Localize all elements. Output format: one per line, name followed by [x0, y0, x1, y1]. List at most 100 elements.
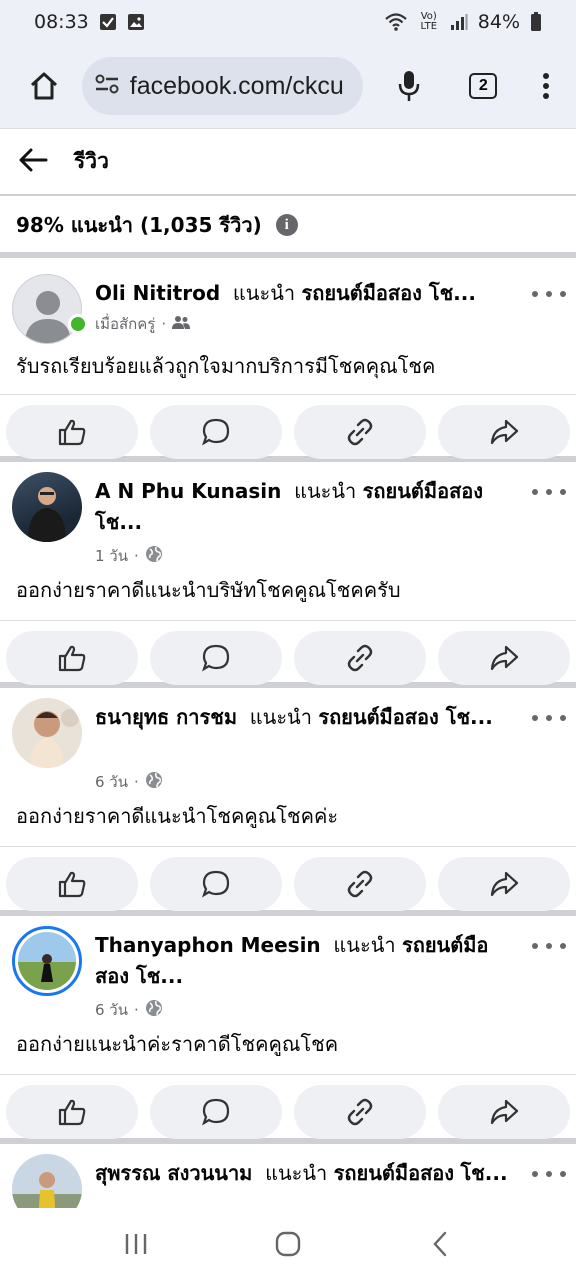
tab-switcher-button[interactable]: 2 [460, 63, 506, 109]
copy-link-button[interactable] [294, 1085, 426, 1139]
review-meta: 6 วัน · [95, 998, 163, 1022]
home-button[interactable] [18, 60, 70, 112]
share-button[interactable] [438, 857, 570, 911]
review-text: ออกง่ายแนะนำค่ะราคาดีโชคคูณโชค [16, 1032, 339, 1056]
review-text: รับรถเรียบร้อยแล้วถูกใจมากบริการมีโชคคุณ… [16, 354, 436, 378]
review-time[interactable]: 6 วัน [95, 998, 128, 1022]
recommends-label: แนะนำ [249, 705, 312, 729]
browser-toolbar: facebook.com/ckcu 2 [0, 44, 576, 128]
link-icon [347, 1098, 373, 1126]
checkbox-notification-icon [99, 13, 117, 31]
avatar[interactable] [12, 274, 82, 344]
recommends-label: แนะนำ [333, 933, 396, 957]
battery-percent: 84% [477, 11, 520, 33]
review-text: ออกง่ายราคาดีแนะนำบริษัทโชคคูณโชคครับ [16, 578, 401, 602]
review-time[interactable]: 6 วัน [95, 770, 128, 794]
page-name-cut[interactable]: โช... [460, 1161, 507, 1185]
globe-icon [145, 545, 163, 567]
avatar[interactable] [12, 472, 82, 542]
avatar[interactable] [12, 926, 82, 996]
share-button[interactable] [438, 631, 570, 685]
address-bar[interactable]: facebook.com/ckcu [81, 57, 363, 115]
reviewer-line: A N Phu Kunasin แนะนำ รถยนต์มือสอง โช... [95, 476, 516, 538]
back-arrow-icon [19, 148, 48, 171]
review-meta: เมื่อสักครู่ · [95, 312, 191, 336]
link-icon [347, 644, 373, 672]
share-icon [490, 1099, 519, 1125]
online-indicator [68, 314, 88, 334]
share-icon [490, 871, 519, 897]
review-card: Oli Nititrod แนะนำ รถยนต์มือสอง โช... เม… [0, 264, 576, 462]
share-icon [490, 419, 519, 445]
more-options-button[interactable] [532, 708, 566, 728]
page-name[interactable]: รถยนต์มือสอง [334, 1161, 454, 1185]
system-navigation-bar [0, 1208, 576, 1280]
review-card: A N Phu Kunasin แนะนำ รถยนต์มือสอง โช...… [0, 462, 576, 688]
url-text: facebook.com/ckcu [129, 71, 344, 100]
review-card: สุพรรณ สงวนนาม แนะนำ รถยนต์มือสอง โช... [0, 1144, 576, 1208]
tab-count: 2 [469, 73, 498, 99]
more-vertical-icon [543, 73, 550, 99]
globe-icon [145, 999, 163, 1021]
info-icon[interactable]: i [275, 214, 298, 236]
battery-icon [530, 12, 542, 32]
avatar[interactable] [12, 698, 82, 768]
back-button[interactable] [18, 148, 48, 176]
more-options-button[interactable] [532, 1164, 566, 1184]
status-bar: 08:33 Vo) LTE 84% [0, 0, 576, 44]
reviewer-name[interactable]: Oli Nititrod [95, 281, 220, 305]
review-time[interactable]: เมื่อสักครู่ [95, 312, 155, 336]
copy-link-button[interactable] [294, 631, 426, 685]
summary-text: 98% แนะนำ (1,035 รีวิว) [16, 213, 262, 237]
system-home-button[interactable] [258, 1219, 318, 1269]
copy-link-button[interactable] [294, 405, 426, 459]
comment-icon [202, 418, 230, 446]
back-chevron-icon [433, 1231, 447, 1257]
copy-link-button[interactable] [294, 857, 426, 911]
thumbs-up-icon [58, 1099, 86, 1126]
thumbs-up-icon [58, 419, 86, 446]
like-button[interactable] [6, 1085, 138, 1139]
like-button[interactable] [6, 857, 138, 911]
link-icon [347, 870, 373, 898]
browser-menu-button[interactable] [526, 63, 566, 109]
friends-icon [172, 315, 191, 333]
page-name[interactable]: รถยนต์มือสอง โช... [301, 281, 475, 305]
comment-button[interactable] [150, 631, 282, 685]
reviewer-name[interactable]: Thanyaphon Meesin [95, 933, 321, 957]
status-time: 08:33 [34, 11, 89, 33]
like-button[interactable] [6, 405, 138, 459]
more-options-button[interactable] [532, 284, 566, 304]
reviewer-line: ธนายุทธ การชม แนะนำ รถยนต์มือสอง โช... [95, 702, 516, 733]
thumbs-up-icon [58, 645, 86, 672]
globe-icon [145, 771, 163, 793]
share-button[interactable] [438, 405, 570, 459]
comment-button[interactable] [150, 1085, 282, 1139]
recent-apps-button[interactable] [106, 1219, 166, 1269]
comment-button[interactable] [150, 405, 282, 459]
reviewer-name[interactable]: A N Phu Kunasin [95, 479, 281, 503]
more-options-button[interactable] [532, 936, 566, 956]
action-bar [0, 394, 576, 469]
wifi-icon [384, 12, 408, 32]
recents-icon [125, 1234, 147, 1254]
more-options-button[interactable] [532, 482, 566, 502]
share-button[interactable] [438, 1085, 570, 1139]
page-name[interactable]: รถยนต์มือสอง โช... [318, 705, 492, 729]
review-meta: 6 วัน · [95, 770, 163, 794]
home-circle-icon [275, 1231, 301, 1257]
like-button[interactable] [6, 631, 138, 685]
comment-icon [202, 870, 230, 898]
reviewer-name[interactable]: สุพรรณ สงวนนาม [95, 1161, 252, 1185]
comment-button[interactable] [150, 857, 282, 911]
signal-icon [450, 13, 468, 31]
system-back-button[interactable] [410, 1219, 470, 1269]
recommendation-summary: 98% แนะนำ (1,035 รีวิว) i [0, 198, 576, 258]
avatar[interactable] [12, 1154, 82, 1208]
review-time[interactable]: 1 วัน [95, 544, 128, 568]
reviewer-name[interactable]: ธนายุทธ การชม [95, 705, 237, 729]
voice-search-button[interactable] [387, 63, 433, 109]
review-text: ออกง่ายราคาดีแนะนำโชคคูณโชคค่ะ [16, 804, 339, 828]
site-settings-icon[interactable] [94, 73, 120, 99]
recommends-label: แนะนำ [294, 479, 357, 503]
